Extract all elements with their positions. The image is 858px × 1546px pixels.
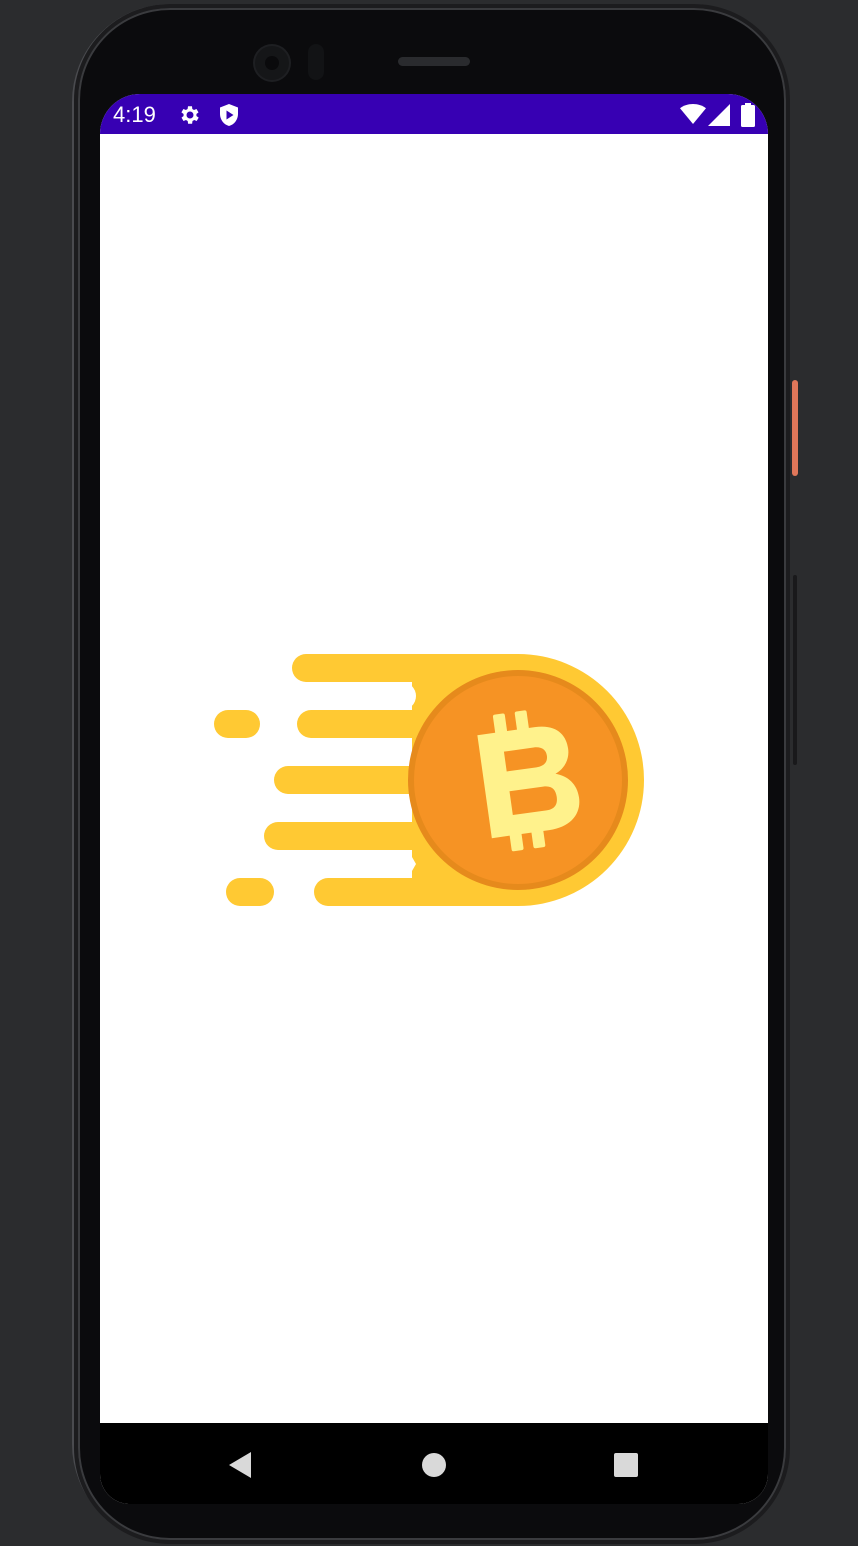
- battery-icon: [740, 103, 756, 131]
- shield-play-icon: [218, 103, 240, 131]
- navigation-bar: [100, 1423, 768, 1504]
- front-camera: [255, 46, 289, 80]
- device-screen: 4:19: [100, 94, 768, 1504]
- volume-button: [793, 575, 797, 765]
- power-button: [792, 380, 798, 476]
- home-icon[interactable]: [414, 1445, 454, 1485]
- status-bar: 4:19: [100, 94, 768, 134]
- gear-icon: [178, 103, 202, 131]
- bitcoin-coin-icon: [212, 652, 646, 912]
- back-icon[interactable]: [220, 1445, 260, 1485]
- splash-content: [100, 134, 768, 1423]
- earpiece-speaker: [398, 57, 470, 66]
- wifi-icon: [680, 104, 706, 128]
- recents-icon[interactable]: [606, 1445, 646, 1485]
- signal-icon: [708, 104, 730, 130]
- proximity-sensor: [308, 44, 324, 80]
- status-time: 4:19: [113, 102, 156, 127]
